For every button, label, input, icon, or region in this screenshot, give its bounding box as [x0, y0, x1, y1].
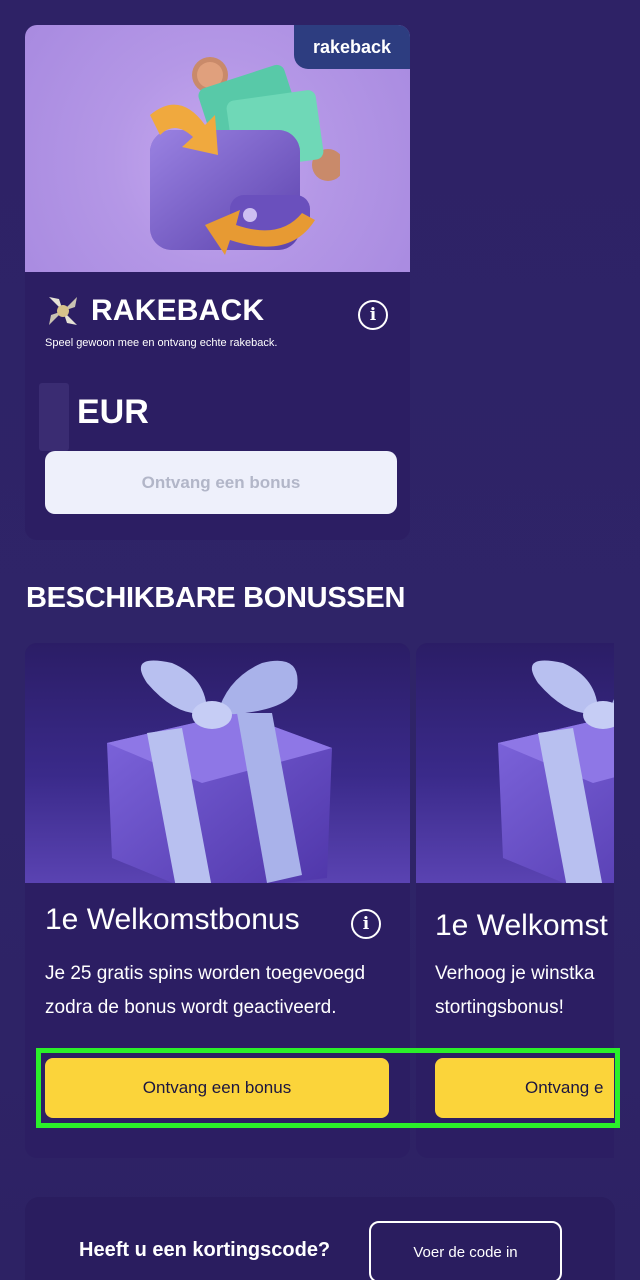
- rakeback-tag: rakeback: [294, 25, 410, 69]
- bonus-info-icon[interactable]: i: [351, 909, 381, 939]
- bonus-title: 1e Welkomstbonus: [45, 903, 300, 936]
- rakeback-info-icon[interactable]: i: [358, 300, 388, 330]
- rakeback-hero: rakeback: [25, 25, 410, 272]
- bonus-card: 1e Welkomst Verhoog je winstka stortings…: [416, 643, 614, 1158]
- bonus-description: Verhoog je winstka stortingsbonus!: [435, 963, 595, 1018]
- rakeback-card: rakeback RAKEBACK i Speel gewoon mee en …: [25, 25, 410, 540]
- rakeback-logo-icon: [49, 297, 77, 325]
- rakeback-amount-redacted: [39, 383, 69, 451]
- rakeback-description: Speel gewoon mee en ontvang echte rakeba…: [45, 337, 278, 349]
- bonus-description: Je 25 gratis spins worden toegevoegd zod…: [45, 963, 366, 1018]
- rakeback-currency: EUR: [77, 393, 149, 431]
- enter-code-button[interactable]: Voer de code in: [369, 1221, 562, 1280]
- bonus-hero: [25, 643, 410, 883]
- bonus-card: 1e Welkomstbonus i Je 25 gratis spins wo…: [25, 643, 410, 1158]
- rakeback-claim-button[interactable]: Ontvang een bonus: [45, 451, 397, 514]
- available-bonuses-heading: BESCHIKBARE BONUSSEN: [26, 582, 406, 614]
- promo-code-label: Heeft u een kortingscode?: [79, 1239, 331, 1261]
- bonus-claim-button[interactable]: Ontvang e: [435, 1058, 614, 1118]
- rakeback-title: RAKEBACK: [91, 294, 265, 327]
- gift-illustration: [107, 660, 332, 883]
- bonus-hero: [416, 643, 614, 883]
- gift-illustration: [498, 660, 614, 883]
- rakeback-title-row: RAKEBACK: [43, 291, 264, 331]
- promo-code-card: Heeft u een kortingscode? Voer de code i…: [25, 1197, 615, 1280]
- wallet-illustration: [150, 57, 340, 255]
- bonus-title: 1e Welkomst: [435, 909, 608, 942]
- bonus-claim-button[interactable]: Ontvang een bonus: [45, 1058, 389, 1118]
